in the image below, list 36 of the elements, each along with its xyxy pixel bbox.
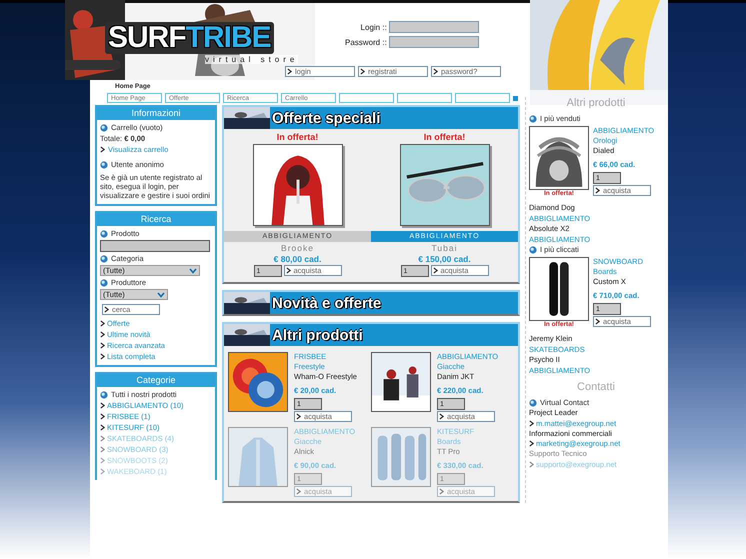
login-field[interactable] [388, 21, 479, 33]
nav-tab[interactable] [455, 93, 510, 103]
product-field[interactable] [100, 240, 210, 252]
tagline: virtual store [205, 55, 298, 64]
logo: SURFTRIBE [105, 22, 274, 54]
password-label: Password :: [345, 38, 387, 46]
panel-title: Ricerca [97, 213, 215, 226]
globe-icon [529, 246, 537, 254]
panel-title: Informazioni [97, 107, 215, 120]
globe-icon [100, 390, 108, 398]
globe-icon [100, 124, 108, 132]
panel-title: Altri prodotti [272, 326, 363, 344]
globe-icon [100, 160, 108, 168]
nav-tab[interactable] [339, 93, 394, 103]
chevron-down-icon [189, 268, 197, 274]
globe-icon [100, 254, 108, 262]
product-name: Brooke [281, 243, 314, 253]
product-name: Tubai [432, 243, 458, 253]
globe-icon [100, 230, 108, 238]
panel-title: Novità e offerte [272, 294, 382, 312]
contacts-title: Contatti [576, 381, 616, 393]
nav-tab[interactable] [397, 93, 452, 103]
globe-icon [100, 278, 108, 286]
offer-label: In offerta! [424, 132, 466, 142]
square-icon [513, 96, 518, 100]
globe-icon [529, 398, 537, 406]
sidebar-title: Altri prodotti [566, 97, 626, 109]
panel-title: Categorie [97, 374, 215, 387]
panel-title: Offerte speciali [272, 110, 380, 126]
product-price: € 80,00 cad. [274, 254, 322, 264]
globe-icon [529, 114, 537, 122]
product-price: € 150,00 cad. [418, 254, 471, 264]
password-field[interactable] [388, 36, 479, 48]
chevron-down-icon [157, 292, 165, 298]
offer-label: In offerta! [276, 132, 318, 142]
login-label: Login :: [360, 22, 387, 32]
